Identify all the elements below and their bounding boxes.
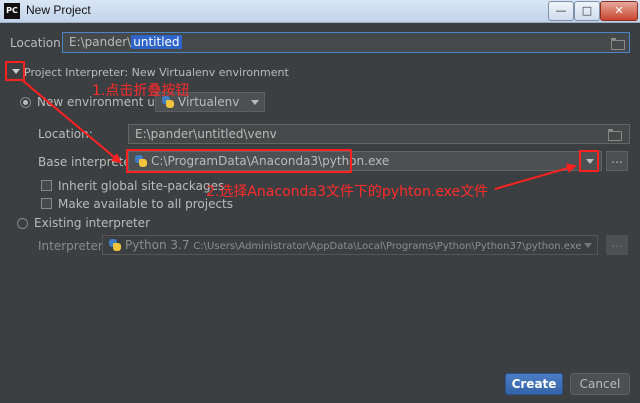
cancel-button[interactable]: Cancel [570, 373, 630, 395]
annotation-arrow-1 [21, 79, 122, 164]
annotation-arrow-2 [494, 163, 577, 190]
annotation-arrows [21, 79, 577, 190]
create-button[interactable]: Create [505, 373, 563, 395]
